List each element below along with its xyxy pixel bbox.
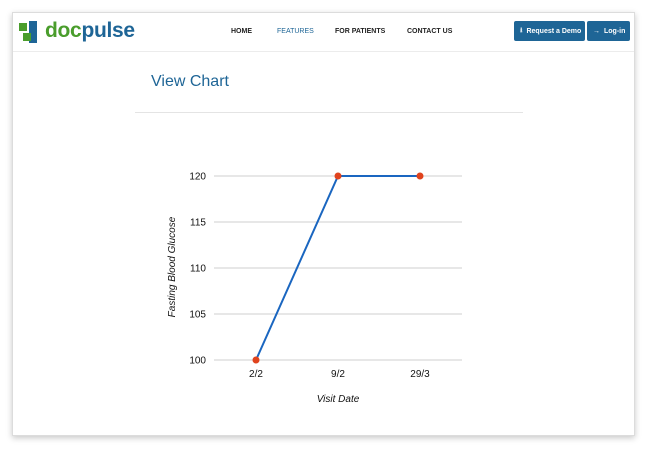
y-tick-label: 100: [189, 356, 206, 367]
x-tick-label: 29/3: [410, 369, 430, 380]
y-tick-label: 105: [189, 310, 206, 321]
data-point[interactable]: [252, 356, 260, 364]
data-point[interactable]: [334, 172, 342, 180]
y-tick-label: 115: [190, 218, 206, 229]
x-axis-label: Visit Date: [317, 394, 360, 405]
y-tick-label: 110: [190, 264, 206, 275]
y-axis-label: Fasting Blood Glucose: [167, 216, 178, 317]
main-card: docpulse HOME FEATURES FOR PATIENTS CONT…: [12, 12, 635, 436]
x-tick-label: 2/2: [249, 369, 263, 380]
data-point[interactable]: [416, 172, 424, 180]
x-tick-label: 9/2: [331, 369, 345, 380]
line-chart: 100 105 110 115 120 2/2 9/2 29/3 Fasting Blood…: [167, 172, 462, 405]
y-tick-label: 120: [189, 172, 206, 183]
